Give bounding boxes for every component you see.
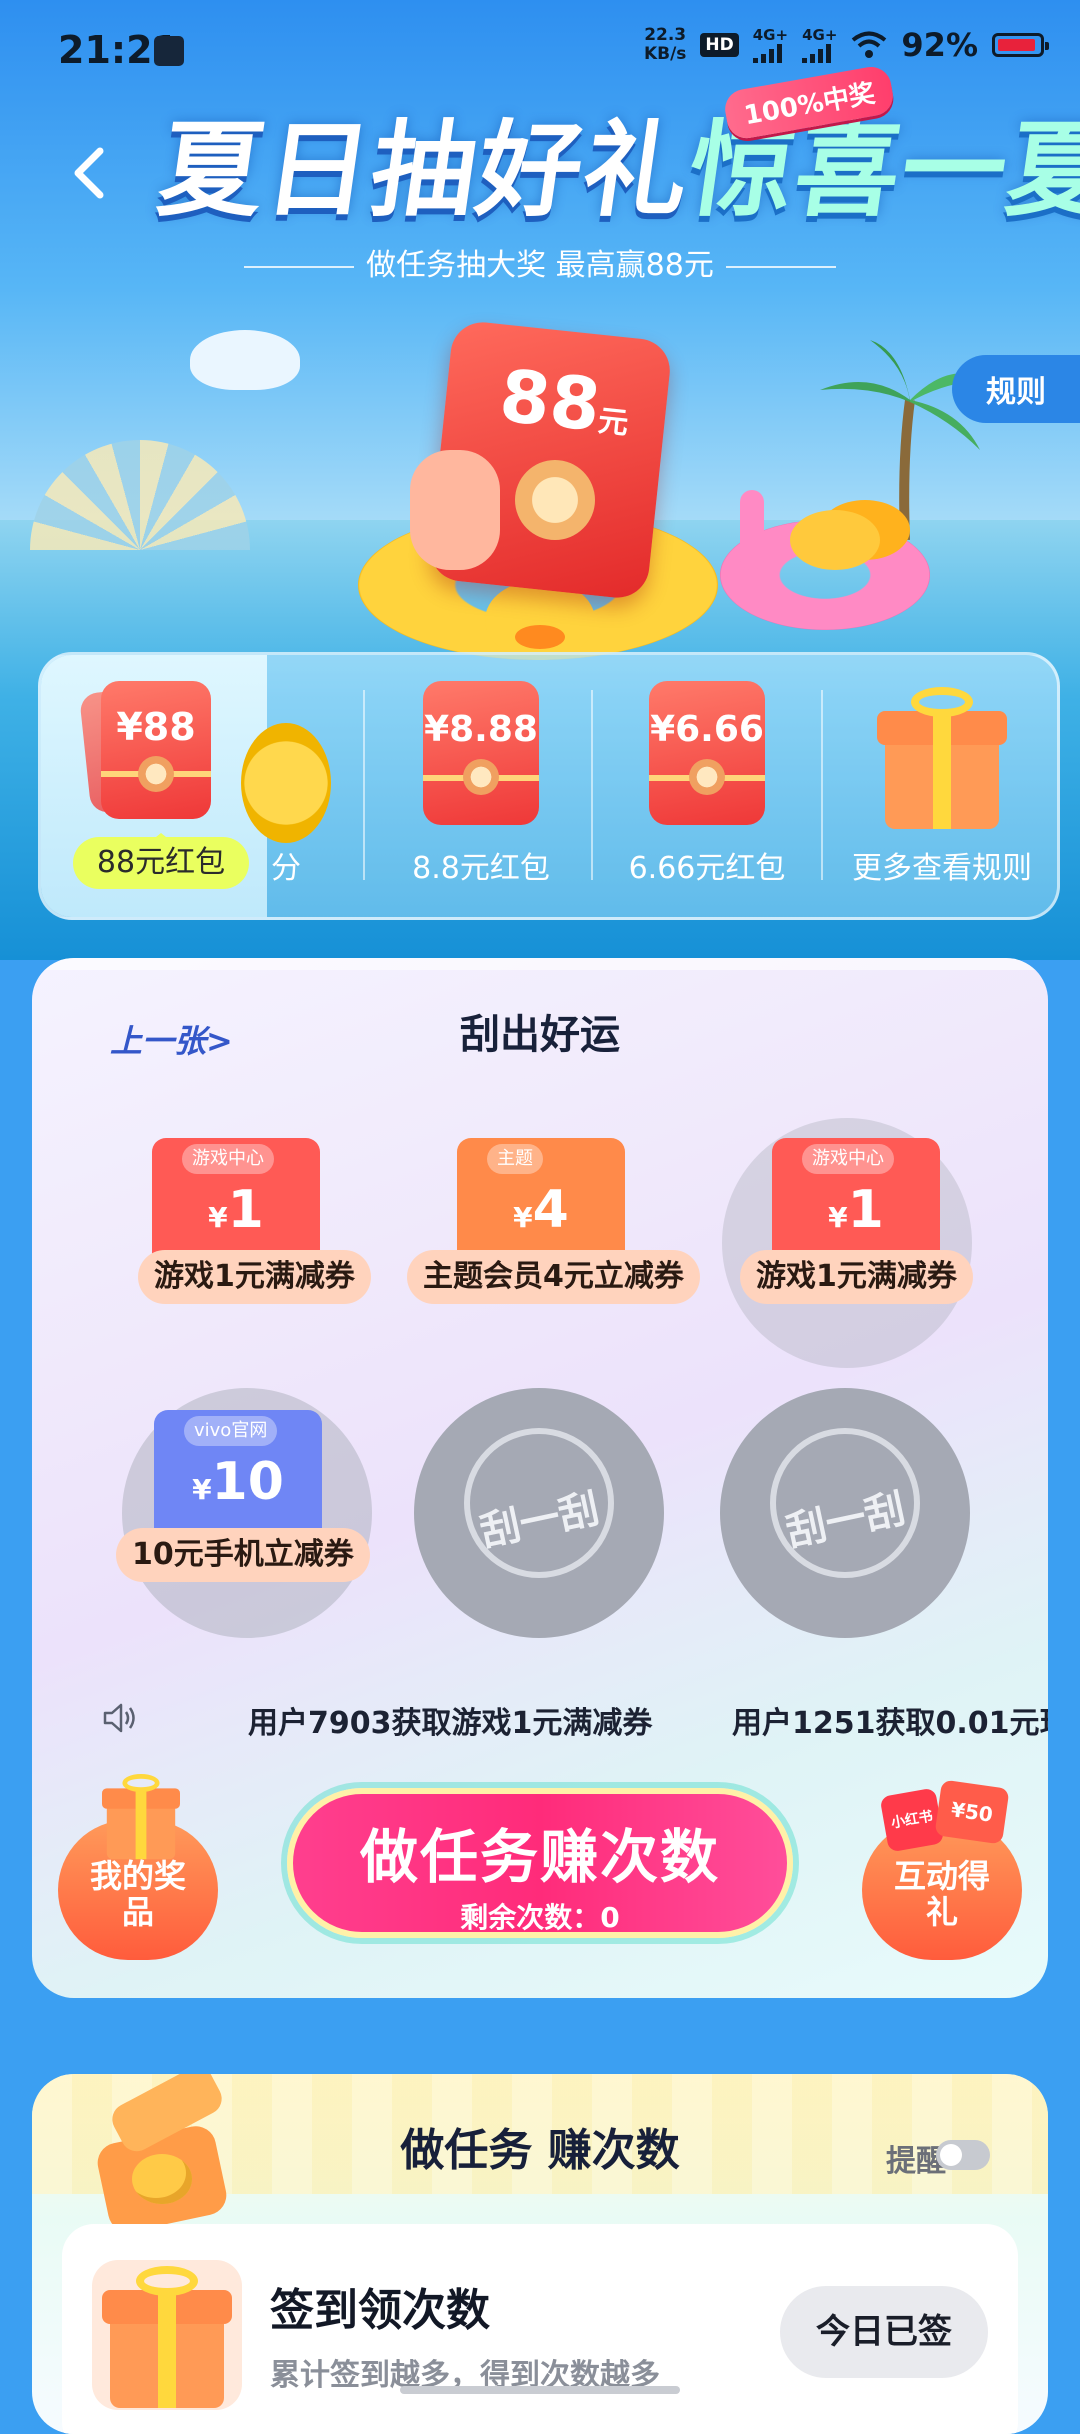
ticker-item: 用户1251获取0.01元现 <box>732 1706 1048 1741</box>
coupon-tag: 游戏中心 <box>182 1144 274 1174</box>
scratch-cell-revealed[interactable]: 游戏中心 ¥1 游戏1元满减券 <box>132 1128 392 1378</box>
coupon-amount: ¥1 <box>828 1180 884 1240</box>
scratch-circle[interactable]: 刮一刮 <box>414 1388 664 1638</box>
hero-title: 夏日抽好礼惊喜一夏 <box>151 109 1080 231</box>
scratch-cell-revealed[interactable]: 游戏中心 ¥1 游戏1元满减券 <box>722 1118 982 1368</box>
coins-illustration <box>790 510 880 570</box>
flamingo-illustration <box>740 490 764 570</box>
coupon-tag: 游戏中心 <box>802 1144 894 1174</box>
home-indicator[interactable] <box>400 2386 680 2394</box>
ticker-item: 用户7903获取游戏1元满减券 <box>248 1706 653 1741</box>
gift-box-icon <box>102 2266 232 2408</box>
divider <box>821 690 823 880</box>
red-envelope-icon: ¥8.88 <box>423 681 539 825</box>
task-item: 签到领次数 累计签到越多，得到次数越多 今日已签 <box>62 2224 1018 2434</box>
checked-in-button[interactable]: 今日已签 <box>780 2286 988 2378</box>
hero-subtitle: 做任务抽大奖 最高赢88元 <box>0 240 1080 284</box>
gift-box-icon <box>877 687 1007 829</box>
hand-illustration <box>410 450 500 570</box>
coupon-tag: 主题 <box>487 1144 543 1174</box>
scratch-card-panel: 上一张> 刮出好运 游戏中心 ¥1 游戏1元满减券 主题 ¥4 主题会员4元立减… <box>32 958 1048 1998</box>
sim-card-icon <box>154 36 184 66</box>
prize-label: 更多查看规则 <box>852 851 1032 886</box>
red-envelope-icon: ¥6.66 <box>649 681 765 825</box>
seagull-illustration <box>190 330 300 390</box>
coin-icon <box>241 723 331 843</box>
interact-gift-button[interactable]: 小红书 ¥50 互动得礼 <box>862 1779 1022 1960</box>
hero-title-part1: 夏日抽好礼 <box>151 109 699 231</box>
coupon-label: 10元手机立减券 <box>116 1528 370 1582</box>
smiley-seal-icon <box>515 460 595 540</box>
do-tasks-earn-chances-button[interactable]: 做任务赚次数 剩余次数：0 <box>287 1788 793 1938</box>
scratch-title: 刮出好运 <box>32 1002 1048 1060</box>
scratch-cell-revealed[interactable]: 主题 ¥4 主题会员4元立减券 <box>407 1128 700 1378</box>
remind-toggle[interactable] <box>936 2140 990 2170</box>
beach-umbrella-illustration <box>30 440 250 550</box>
remaining-chances: 剩余次数：0 <box>460 1901 620 1934</box>
coupon-amount: ¥1 <box>208 1180 264 1240</box>
prize-strip[interactable]: ¥88 88元红包 分 ¥8.88 8.8元红包 ¥6.66 6.66元红包 更… <box>38 652 1060 920</box>
speaker-icon <box>103 1703 135 1733</box>
signal-sim1-icon: 4G+ <box>752 27 788 63</box>
battery-percent: 92% <box>901 26 978 64</box>
prize-label: 6.66元红包 <box>628 851 786 886</box>
rules-button[interactable]: 规则 <box>952 355 1080 423</box>
my-prizes-button[interactable]: 我的奖品 <box>58 1774 218 1960</box>
prize-label: 8.8元红包 <box>412 851 550 886</box>
coupon-amount: ¥10 <box>192 1452 284 1512</box>
coupon-amount: ¥4 <box>513 1180 569 1240</box>
coupon-tag: vivo官网 <box>184 1416 278 1446</box>
gift-box-icon <box>102 1774 180 1860</box>
scratch-circle[interactable]: 刮一刮 <box>720 1388 970 1638</box>
divider <box>591 690 593 880</box>
scratch-cell-unscratched[interactable]: 刮一刮 <box>414 1388 674 1638</box>
prize-item-88[interactable]: ¥88 88元红包 <box>41 655 267 917</box>
divider <box>363 690 365 880</box>
red-envelope-amount: 88元 <box>495 353 630 448</box>
prize-label: 88元红包 <box>73 833 249 889</box>
wifi-icon <box>851 31 887 59</box>
coupon-label: 游戏1元满减券 <box>740 1250 973 1304</box>
prize-item-more[interactable]: 更多查看规则 <box>827 655 1057 917</box>
chevron-left-icon <box>74 147 104 199</box>
back-button[interactable] <box>62 145 118 201</box>
scratch-cell-unscratched[interactable]: 刮一刮 <box>720 1388 980 1638</box>
task-name: 签到领次数 <box>270 2285 490 2336</box>
xiaohongshu-tag: 小红书 <box>879 1787 945 1853</box>
network-speed: 22.3 KB/s <box>643 25 687 64</box>
task-icon <box>92 2260 242 2410</box>
coupon-label: 主题会员4元立减券 <box>407 1250 700 1304</box>
battery-icon <box>992 33 1049 57</box>
coupon-label: 游戏1元满减券 <box>138 1250 371 1304</box>
prize-item-8-88[interactable]: ¥8.88 8.8元红包 <box>371 655 591 917</box>
prize-item-6-66[interactable]: ¥6.66 6.66元红包 <box>597 655 817 917</box>
red-envelope-icon: ¥88 <box>101 681 211 819</box>
value-tag: ¥50 <box>934 1779 1010 1845</box>
status-bar: 21:21 22.3 KB/s HD 4G+ 4G+ 92% <box>0 0 1080 100</box>
task-section: 做任务 赚次数 提醒 签到领次数 累计签到越多，得到次数越多 今日已签 <box>32 2074 1048 2434</box>
hd-voice-icon: HD <box>700 33 739 57</box>
signal-sim2-icon: 4G+ <box>802 27 837 63</box>
duck-beak-illustration <box>515 625 565 649</box>
scratch-cell-revealed[interactable]: vivo官网 ¥10 10元手机立减券 <box>112 1388 372 1638</box>
winners-ticker: 用户7903获取游戏1元满减券 用户1251获取0.01元现 <box>102 1698 1048 1742</box>
